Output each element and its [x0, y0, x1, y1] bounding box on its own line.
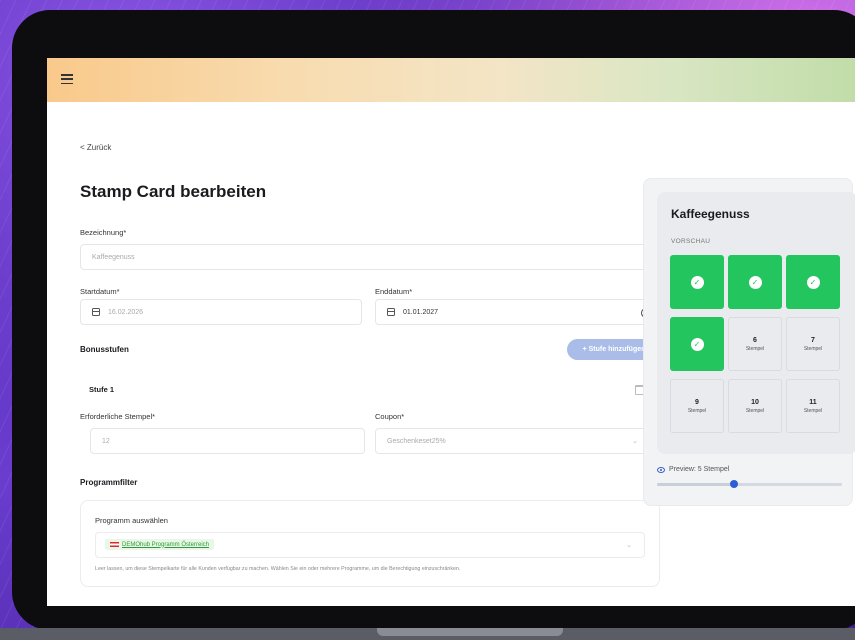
stamp-slot: ✓	[670, 317, 724, 371]
check-icon: ✓	[690, 337, 704, 351]
hamburger-menu-icon[interactable]	[61, 74, 73, 84]
calendar-icon	[387, 308, 395, 316]
page-title: Stamp Card bearbeiten	[80, 182, 267, 201]
check-icon: ✓	[690, 275, 704, 289]
preview-slider[interactable]	[657, 480, 842, 488]
bonus-section-title: Bonusstufen	[80, 345, 129, 354]
stamp-slot: ✓	[786, 255, 840, 309]
stamp-number: 11	[809, 398, 817, 406]
coupon-select[interactable]: Geschenkeset25% ⌄	[375, 428, 651, 454]
check-icon: ✓	[748, 275, 762, 289]
eye-icon	[657, 466, 665, 473]
chevron-down-icon: ⌄	[626, 542, 632, 549]
check-icon: ✓	[806, 275, 820, 289]
preview-slider-label: Preview: 5 Stempel	[657, 466, 729, 473]
stamp-label: Stempel	[745, 407, 765, 414]
stamp-slot: 9 Stempel	[670, 379, 724, 433]
preview-subtitle: VORSCHAU	[671, 238, 711, 245]
calendar-icon	[92, 308, 100, 316]
stamps-label: Erforderliche Stempel*	[80, 412, 156, 421]
start-date-field[interactable]: 16.02.2026	[80, 299, 362, 325]
stamp-slot: 7 Stempel	[786, 317, 840, 371]
stamps-field-value: 12	[102, 437, 110, 445]
stamps-field[interactable]: 12	[90, 428, 365, 454]
stamp-number: 9	[695, 398, 699, 406]
stamp-label: Stempel	[687, 407, 707, 414]
filter-section-title: Programmfilter	[80, 478, 138, 487]
back-link[interactable]: < Zurück	[80, 143, 111, 152]
start-date-value: 16.02.2026	[108, 308, 144, 316]
program-label: Programm auswählen	[95, 516, 168, 525]
chevron-down-icon: ⌄	[632, 438, 638, 445]
stamp-slot: ✓	[670, 255, 724, 309]
stamp-slot: 11 Stempel	[786, 379, 840, 433]
app-screen: < Zurück Stamp Card bearbeiten ·· Bezeic…	[47, 58, 855, 606]
stamp-label: Stempel	[803, 345, 823, 352]
stamp-number: 7	[811, 336, 815, 344]
tier-title: Stufe 1	[89, 385, 115, 394]
stamp-number: 6	[753, 336, 757, 344]
laptop-frame: < Zurück Stamp Card bearbeiten ·· Bezeic…	[12, 10, 855, 630]
name-field-value: Kaffeegenuss	[92, 253, 135, 261]
stamp-slot: 10 Stempel	[728, 379, 782, 433]
name-field[interactable]: Kaffeegenuss	[80, 244, 660, 270]
program-chip[interactable]: DEMOhub Programm Österreich	[105, 539, 215, 550]
stamp-label: Stempel	[803, 407, 823, 414]
coupon-select-value: Geschenkeset25%	[387, 437, 446, 445]
end-date-field[interactable]: 01.01.2027 ×	[375, 299, 661, 325]
austria-flag-icon	[110, 542, 119, 547]
stamp-slot: ✓	[728, 255, 782, 309]
slider-fill	[657, 483, 735, 486]
preview-slider-text: Preview: 5 Stempel	[669, 466, 730, 473]
top-bar	[47, 58, 855, 102]
start-date-label: Startdatum*	[80, 287, 120, 296]
name-label: Bezeichnung*	[80, 228, 127, 237]
laptop-notch	[377, 628, 563, 636]
coupon-label: Coupon*	[375, 412, 405, 421]
stamp-slot: 6 Stempel	[728, 317, 782, 371]
end-date-label: Enddatum*	[375, 287, 413, 296]
stamp-label: Stempel	[745, 345, 765, 352]
program-chip-label: DEMOhub Programm Österreich	[122, 541, 210, 548]
stamp-number: 10	[751, 398, 759, 406]
program-hint: Leer lassen, um diese Stempelkarte für a…	[95, 566, 461, 572]
end-date-value: 01.01.2027	[403, 308, 439, 316]
preview-title: Kaffeegenuss	[671, 207, 750, 221]
